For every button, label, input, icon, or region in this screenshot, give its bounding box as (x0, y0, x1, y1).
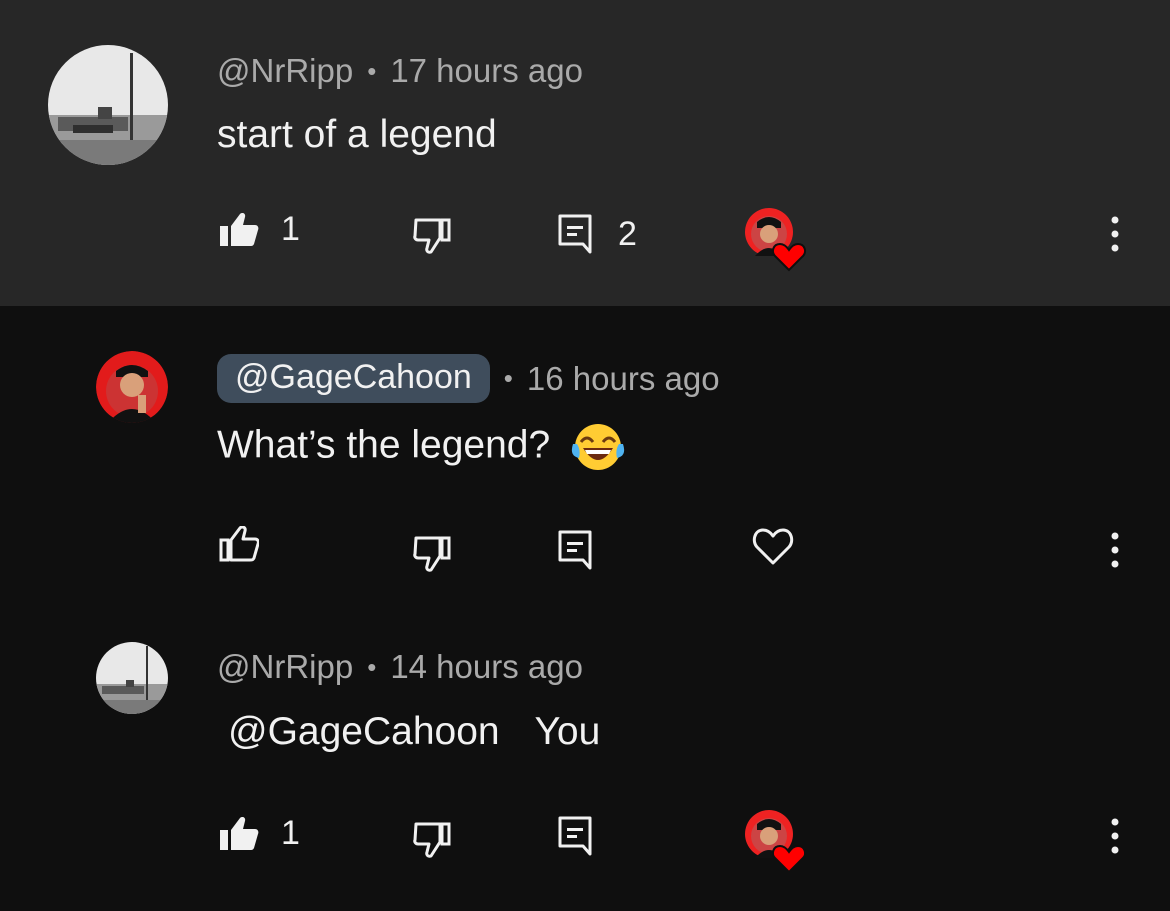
creator-heart-badge (745, 810, 809, 876)
dislike-button[interactable] (413, 218, 451, 254)
heart-button[interactable] (752, 526, 794, 566)
laughing-tears-emoji-icon (571, 424, 625, 470)
thumbs-up-filled-icon (220, 212, 259, 246)
creator-heart-badge (745, 208, 809, 274)
heart-icon (771, 242, 807, 272)
action-row (0, 522, 1170, 582)
more-options-button[interactable] (1108, 214, 1122, 254)
reply-button[interactable] (558, 530, 592, 570)
thumbs-down-icon (413, 822, 451, 858)
author-name[interactable]: @NrRipp (217, 648, 353, 686)
like-button[interactable] (219, 526, 259, 562)
reply-comment-icon (558, 214, 592, 254)
thumbs-up-icon (219, 526, 259, 562)
avatar[interactable] (96, 351, 168, 423)
replies-section: @GageCahoon • 16 hours ago What’s the le… (0, 306, 1170, 911)
comment-meta: @NrRipp • 14 hours ago (217, 648, 583, 686)
comment-meta: @NrRipp • 17 hours ago (217, 52, 583, 90)
top-comment: @NrRipp • 17 hours ago start of a legend… (0, 0, 1170, 306)
comment-text: start of a legend (217, 113, 497, 156)
vertical-dots-icon (1111, 216, 1119, 252)
reply-comment-icon (558, 816, 592, 856)
action-row: 1 (0, 808, 1170, 874)
dislike-button[interactable] (413, 822, 451, 858)
comment-text-row: What’s the legend? (217, 422, 625, 472)
vertical-dots-icon (1111, 532, 1119, 568)
like-button[interactable]: 1 (219, 210, 300, 249)
comment-text-row: @GageCahoon You (228, 710, 600, 754)
author-name[interactable]: @NrRipp (217, 52, 353, 90)
timestamp: 14 hours ago (390, 648, 583, 685)
avatar[interactable] (48, 45, 168, 165)
comment-text: What’s the legend? (217, 423, 551, 467)
action-row: 1 2 (0, 204, 1170, 272)
timestamp: 17 hours ago (390, 52, 583, 89)
mention-link[interactable]: @GageCahoon (228, 710, 500, 753)
separator-dot: • (367, 651, 377, 682)
more-options-button[interactable] (1108, 530, 1122, 570)
dislike-button[interactable] (413, 536, 451, 572)
reply-count: 2 (618, 214, 637, 253)
comment-meta: @GageCahoon • 16 hours ago (217, 354, 720, 403)
timestamp: 16 hours ago (526, 359, 720, 397)
reply-button[interactable]: 2 (558, 214, 637, 254)
creator-handle-chip[interactable]: @GageCahoon (217, 354, 490, 403)
heart-outline-icon (752, 528, 794, 565)
reply-comment-icon (558, 530, 592, 570)
heart-icon (771, 844, 807, 874)
like-count: 1 (281, 814, 300, 852)
thumbs-down-icon (413, 218, 451, 254)
reply-button[interactable] (558, 816, 592, 856)
like-button[interactable]: 1 (219, 814, 300, 853)
like-count: 1 (281, 210, 300, 248)
thumbs-down-icon (413, 536, 451, 572)
vertical-dots-icon (1111, 818, 1119, 854)
thumbs-up-filled-icon (220, 816, 259, 850)
separator-dot: • (503, 363, 513, 393)
separator-dot: • (367, 55, 377, 86)
more-options-button[interactable] (1108, 816, 1122, 856)
avatar[interactable] (96, 642, 168, 714)
comment-text: You (534, 710, 601, 753)
